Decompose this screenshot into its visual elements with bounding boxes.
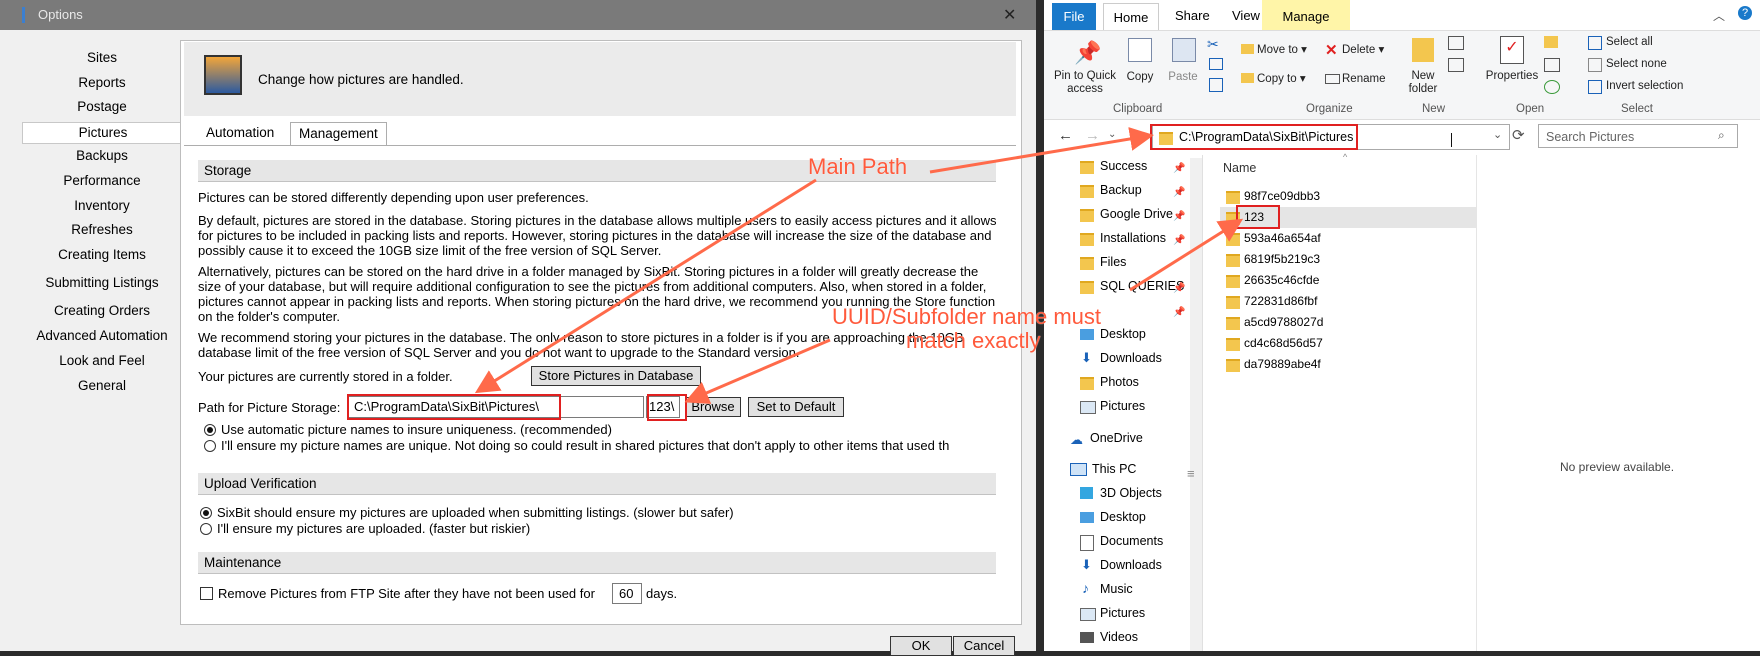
annotation-uuid-line1: UUID/Subfolder name must (832, 304, 1101, 329)
annotation-main-path: Main Path (808, 154, 908, 179)
arrow-to-subfolder-field (684, 338, 831, 404)
arrow-to-folder-123 (1129, 218, 1244, 292)
annotation-uuid-line2: match exactly (906, 328, 1041, 353)
arrow-to-path-field (474, 178, 817, 394)
arrow-to-address-bar (929, 127, 1154, 174)
